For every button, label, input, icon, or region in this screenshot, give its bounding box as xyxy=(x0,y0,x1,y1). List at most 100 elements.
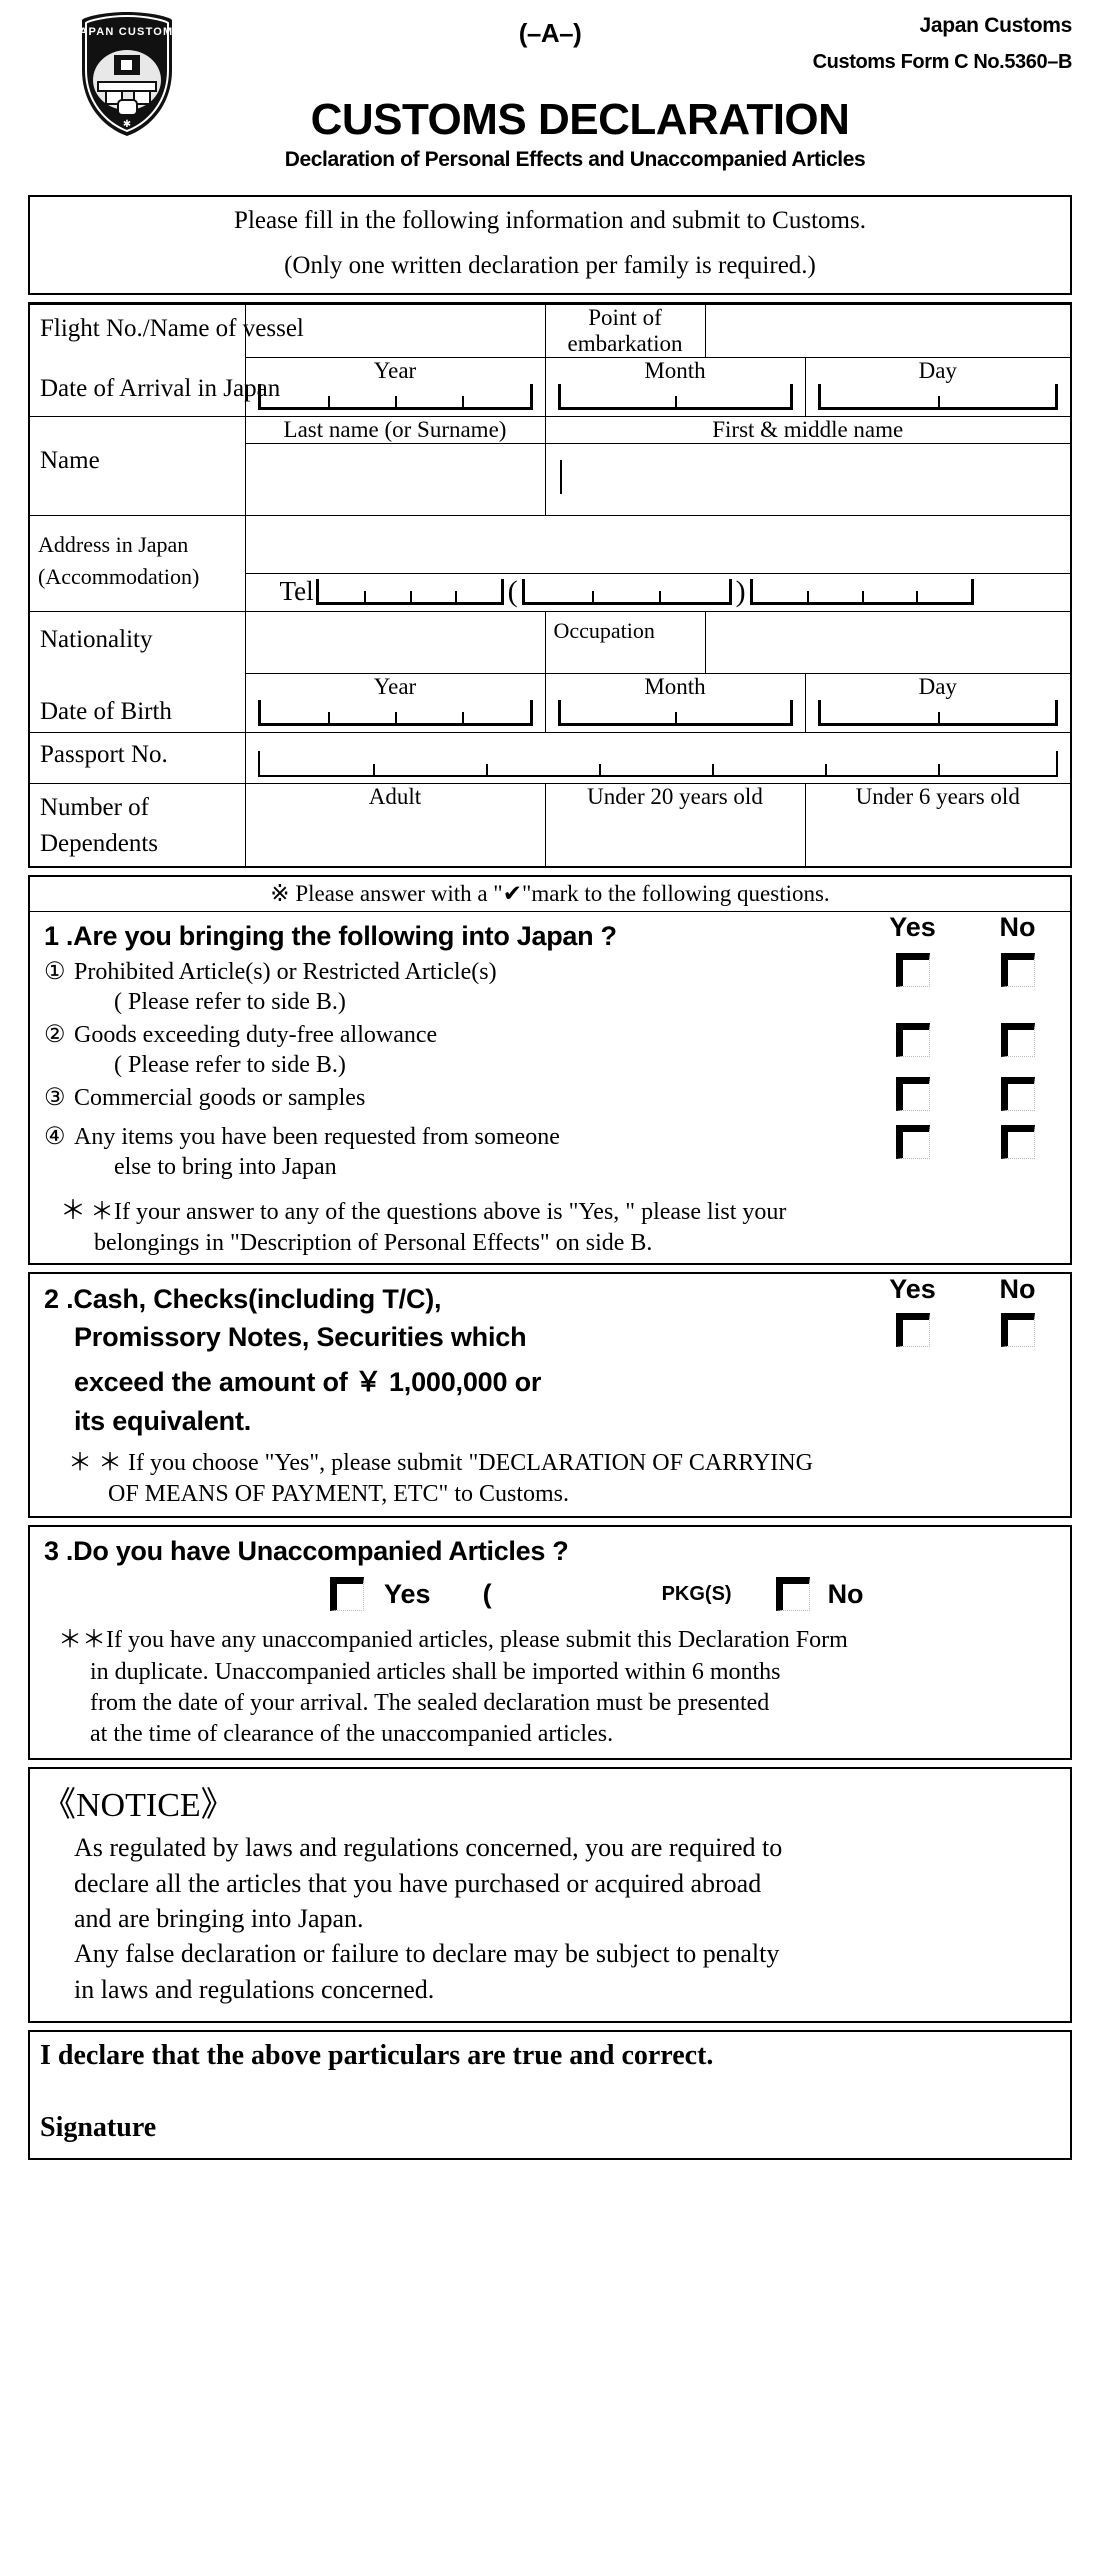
dependents-label-line1: Number of xyxy=(40,794,149,821)
tel-close-paren: ) xyxy=(735,575,746,608)
arrival-month-input[interactable] xyxy=(544,384,806,417)
tel-exchange-comb[interactable] xyxy=(521,579,732,605)
passport-no-input[interactable] xyxy=(244,732,1070,784)
item-3-text: Commercial goods or samples xyxy=(74,1085,366,1112)
question-2-line-4: its equivalent. xyxy=(74,1406,252,1437)
question-3-box: 3 .Do you have Unaccompanied Articles ? … xyxy=(28,1525,1072,1761)
instruction-line-1: Please fill in the following information… xyxy=(234,207,866,234)
q1-item4-no-checkbox[interactable] xyxy=(1000,1125,1035,1159)
address-label-cell: Address in Japan (Accommodation) xyxy=(30,515,246,612)
form-header: JAPAN CUSTOMS ✱ (–A–) Japan Customs Cust… xyxy=(0,0,1100,195)
item-3-number: ③ xyxy=(44,1085,66,1112)
address-input[interactable] xyxy=(244,515,1070,574)
first-middle-name-label: First & middle name xyxy=(544,416,1070,444)
last-name-input[interactable] xyxy=(244,443,546,516)
q2-checkboxes xyxy=(860,1313,1070,1348)
item-2-number: ② xyxy=(44,1022,66,1049)
q3-pkg-label: PKG(S) xyxy=(661,1582,732,1605)
page-title: CUSTOMS DECLARATION xyxy=(310,95,850,144)
notice-line-3: and are bringing into Japan. xyxy=(74,1903,364,1933)
q3-yes-label: Yes xyxy=(384,1578,431,1609)
item-4-text: Any items you have been requested from s… xyxy=(74,1123,560,1150)
q1-item1-yes-checkbox[interactable] xyxy=(895,953,930,987)
dob-day-label: Day xyxy=(804,673,1070,700)
q2-no-checkbox[interactable] xyxy=(1000,1313,1035,1348)
arrival-day-input[interactable] xyxy=(804,384,1070,417)
dob-day-input[interactable] xyxy=(804,700,1070,733)
q2-yes-no-headers: Yes No xyxy=(860,1274,1070,1305)
dependents-under6-input[interactable] xyxy=(804,810,1070,866)
q1-item1-no-checkbox[interactable] xyxy=(1000,953,1035,987)
declaration-statement: I declare that the above particulars are… xyxy=(40,2039,714,2071)
nationality-input[interactable] xyxy=(244,611,546,674)
question-1-note: ＊＊If your answer to any of the questions… xyxy=(30,1184,1070,1263)
occupation-label-cell: Occupation xyxy=(544,611,706,674)
question-3-answer-row: Yes ( PKG(S) No xyxy=(30,1569,1070,1617)
arrival-month-label: Month xyxy=(544,357,806,384)
notice-title: 《NOTICE》 xyxy=(42,1787,235,1825)
signature-label[interactable]: Signature xyxy=(30,2078,1070,2158)
q1-item2-checkboxes xyxy=(860,1023,1070,1057)
q2-note-line-1: ＊ If you choose "Yes", please submit "DE… xyxy=(98,1450,813,1477)
notice-body: As regulated by laws and regulations con… xyxy=(30,1828,1070,2021)
q1-item2-no-checkbox[interactable] xyxy=(1000,1023,1035,1057)
passport-comb[interactable] xyxy=(257,751,1058,777)
arrival-year-comb[interactable] xyxy=(257,384,533,410)
yes-header: Yes xyxy=(889,912,936,942)
arrival-day-comb[interactable] xyxy=(817,384,1058,410)
notice-box: 《NOTICE》 As regulated by laws and regula… xyxy=(28,1767,1072,2023)
dob-month-comb[interactable] xyxy=(557,700,793,726)
address-label-line1: Address in Japan xyxy=(38,532,189,557)
arrival-year-input[interactable] xyxy=(244,384,546,417)
q3-asterisk-icon: ＊ xyxy=(58,1627,82,1654)
point-of-embarkation-input[interactable] xyxy=(704,304,1070,358)
instruction-box: Please fill in the following information… xyxy=(28,195,1072,295)
question-1-body: 1 .Are you bringing the following into J… xyxy=(30,912,1070,1184)
q1-item2-yes-checkbox[interactable] xyxy=(895,1023,930,1057)
notice-line-1: As regulated by laws and regulations con… xyxy=(74,1833,783,1863)
q3-note-line-3: from the date of your arrival. The seale… xyxy=(90,1689,770,1716)
question-1-box: ※ Please answer with a "✔"mark to the fo… xyxy=(28,875,1072,1266)
personal-information-table: Flight No./Name of vessel Date of Arriva… xyxy=(28,302,1072,868)
dependents-label-cell: Number of Dependents xyxy=(30,783,246,866)
dob-year-comb[interactable] xyxy=(257,700,533,726)
tel-label: Tel xyxy=(279,576,314,606)
side-marker: (–A–) xyxy=(518,18,582,48)
dependents-under20-input[interactable] xyxy=(544,810,806,866)
q2-yes-checkbox[interactable] xyxy=(895,1313,930,1348)
occupation-label: Occupation xyxy=(553,618,655,643)
question-2-line-3: exceed the amount of ￥ 1,000,000 or xyxy=(74,1367,542,1398)
q3-no-checkbox[interactable] xyxy=(775,1577,810,1612)
dependents-under6-label: Under 6 years old xyxy=(804,783,1070,810)
dependents-adult-input[interactable] xyxy=(244,810,546,866)
q3-open-paren: ( xyxy=(482,1578,492,1609)
q1-item4-yes-checkbox[interactable] xyxy=(895,1125,930,1159)
telephone-row[interactable]: Tel ( ) xyxy=(244,573,1071,612)
question-2-box: 2 .Cash, Checks(including T/C), Promisso… xyxy=(28,1272,1072,1519)
tel-area-comb[interactable] xyxy=(315,579,504,605)
item-4-number: ④ xyxy=(44,1123,66,1150)
dob-month-label: Month xyxy=(544,673,806,700)
agency-block: Japan Customs Customs Form C No.5360–B xyxy=(813,14,1073,73)
first-middle-name-input[interactable] xyxy=(544,443,1070,516)
q3-note-line-1: ＊If you have any unaccompanied articles,… xyxy=(82,1627,848,1654)
q1-item3-yes-checkbox[interactable] xyxy=(895,1077,930,1111)
dob-year-input[interactable] xyxy=(244,700,546,733)
q1-note-line-2: belongings in "Description of Personal E… xyxy=(94,1229,653,1256)
dob-month-input[interactable] xyxy=(544,700,806,733)
telephone-field[interactable]: Tel ( ) xyxy=(246,574,1071,611)
notice-line-4: Any false declaration or failure to decl… xyxy=(74,1939,780,1969)
page-subtitle: Declaration of Personal Effects and Unac… xyxy=(284,148,866,171)
q1-item3-no-checkbox[interactable] xyxy=(1000,1077,1035,1111)
arrival-month-comb[interactable] xyxy=(557,384,793,410)
arrival-date-label: Date of Arrival in Japan xyxy=(40,375,281,402)
q3-yes-checkbox[interactable] xyxy=(330,1577,364,1612)
q2-asterisk-icon: ＊ xyxy=(68,1450,92,1477)
tel-number-comb[interactable] xyxy=(749,579,974,605)
checkmark-instruction: ※ Please answer with a "✔"mark to the fo… xyxy=(30,877,1070,912)
dependents-under20-label: Under 20 years old xyxy=(544,783,806,810)
address-label-line2: (Accommodation) xyxy=(38,564,200,589)
q1-item1-checkboxes xyxy=(860,953,1070,987)
dob-day-comb[interactable] xyxy=(817,700,1058,726)
occupation-input[interactable] xyxy=(704,611,1070,674)
